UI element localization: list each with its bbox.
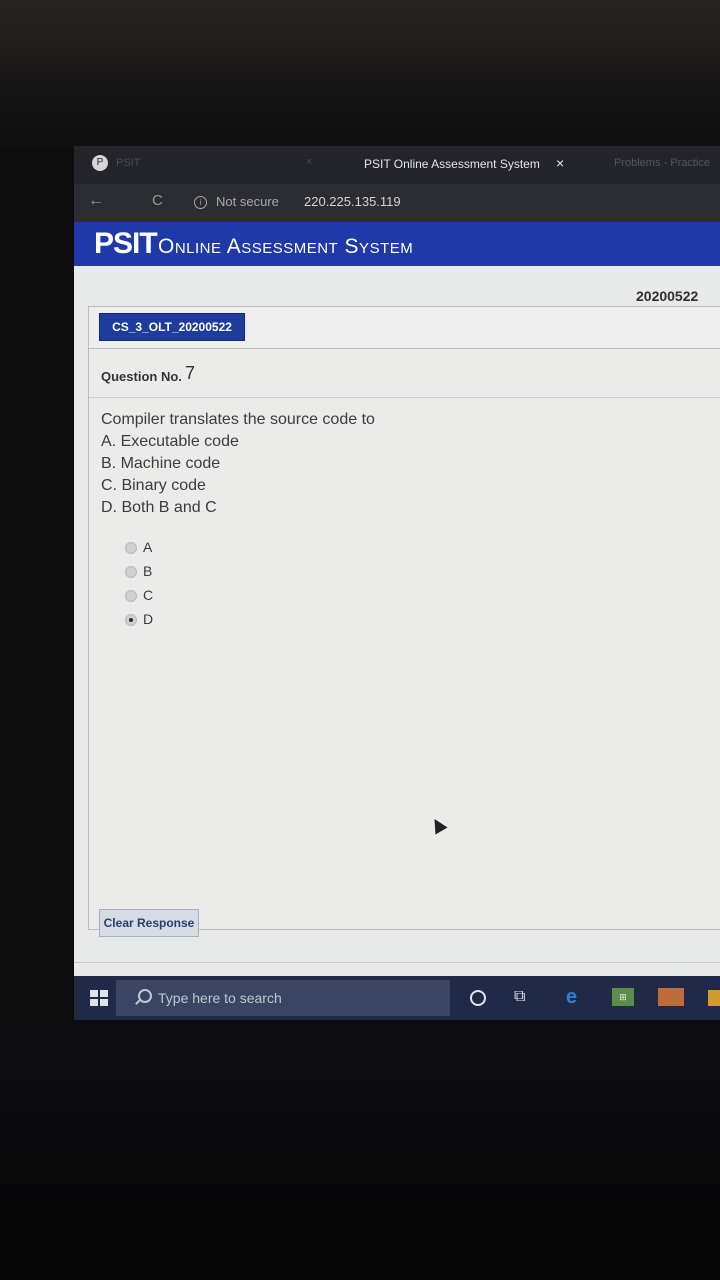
clear-response-button[interactable]: Clear Response (99, 909, 199, 937)
tab-close-icon[interactable]: × (556, 155, 564, 171)
inactive-tab[interactable]: PSIT (116, 157, 140, 169)
radio-a[interactable] (125, 542, 137, 554)
question-header: Question No. 7 (89, 349, 720, 398)
radio-d-selected[interactable] (125, 614, 137, 626)
screen: P PSIT × PSIT Online Assessment System ×… (74, 146, 720, 1020)
exam-page: 20200522 CS_3_OLT_20200522 Question No. … (74, 266, 720, 976)
option-d-label[interactable]: D (143, 611, 153, 627)
browser-tab-bar: P PSIT × PSIT Online Assessment System ×… (74, 146, 720, 184)
question-stem: Compiler translates the source code to (101, 411, 375, 428)
option-a-label[interactable]: A (143, 539, 152, 555)
monitor-bezel-bottom (0, 1020, 720, 1280)
radio-c[interactable] (125, 590, 137, 602)
address-bar: ← C i Not secure 220.225.135.119 (74, 184, 720, 222)
search-placeholder[interactable]: Type here to search (158, 990, 282, 1006)
test-selector-bar: CS_3_OLT_20200522 (88, 306, 720, 350)
question-choice-a: A. Executable code (101, 433, 239, 450)
search-icon (138, 989, 152, 1003)
exam-date-code: 20200522 (636, 288, 699, 304)
test-name-button[interactable]: CS_3_OLT_20200522 (99, 313, 245, 341)
reload-icon[interactable]: C (152, 192, 163, 209)
file-explorer-icon[interactable] (658, 988, 684, 1006)
question-number-label: Question No. (101, 369, 182, 384)
question-panel: Question No. 7 Compiler translates the s… (88, 348, 720, 937)
windows-start-icon[interactable] (90, 990, 108, 1006)
inactive-tab-close-icon[interactable]: × (306, 156, 312, 168)
edge-browser-icon[interactable]: e (566, 986, 577, 1009)
task-view-icon[interactable]: ⧉ (514, 988, 525, 1006)
radio-b[interactable] (125, 566, 137, 578)
active-tab-title[interactable]: PSIT Online Assessment System (364, 157, 540, 171)
brand-logo-text: PSIT (94, 227, 158, 260)
brand-title: Online Assessment System (158, 235, 414, 258)
cortana-icon[interactable] (470, 990, 486, 1006)
windows-taskbar: Type here to search ⧉ e ⊞ (74, 976, 720, 1020)
url-field[interactable]: 220.225.135.119 (304, 194, 401, 209)
other-tab[interactable]: Problems - Practice (614, 157, 710, 169)
option-b-label[interactable]: B (143, 563, 152, 579)
info-icon[interactable]: i (194, 196, 207, 209)
monitor-bezel-top (0, 0, 720, 150)
store-icon[interactable]: ⊞ (612, 988, 634, 1006)
option-c-label[interactable]: C (143, 587, 153, 603)
taskbar-search-box[interactable]: Type here to search (116, 980, 450, 1016)
site-favicon-icon: P (92, 155, 108, 171)
divider (74, 962, 720, 963)
back-arrow-icon[interactable]: ← (88, 192, 104, 210)
question-text: Compiler translates the source code to A… (101, 409, 375, 519)
site-header: PSIT Online Assessment System (74, 222, 720, 266)
question-choice-d: D. Both B and C (101, 499, 217, 516)
question-choice-b: B. Machine code (101, 455, 221, 472)
security-indicator[interactable]: Not secure (216, 194, 279, 209)
question-choice-c: C. Binary code (101, 477, 206, 494)
question-number: 7 (185, 363, 196, 383)
pinned-app-icon[interactable] (708, 990, 720, 1006)
